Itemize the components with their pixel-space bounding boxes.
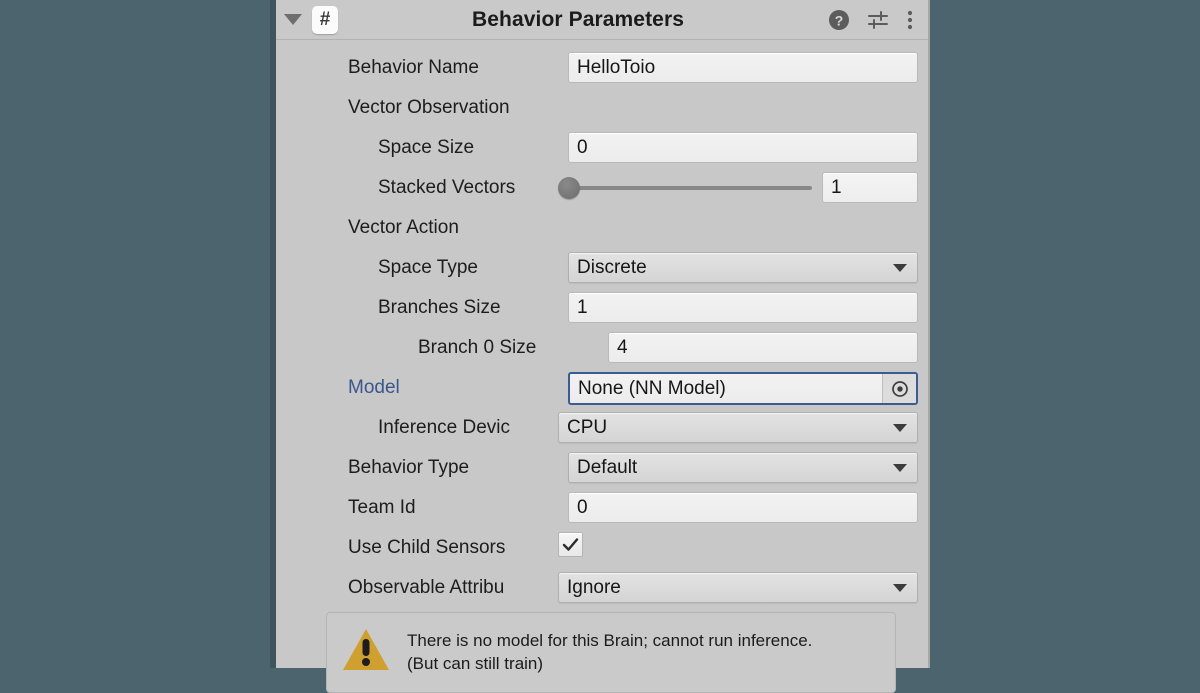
row-vector-observation: Vector Observation: [286, 92, 918, 123]
model-label[interactable]: Model: [286, 378, 568, 397]
row-branch-0-size: Branch 0 Size 4: [286, 332, 918, 363]
model-value: None (NN Model): [578, 377, 726, 399]
behavior-name-input[interactable]: HelloToio: [568, 52, 918, 83]
slider-handle[interactable]: [558, 176, 580, 199]
foldout-arrow-icon[interactable]: [284, 14, 302, 25]
row-behavior-name: Behavior Name HelloToio: [286, 52, 918, 83]
team-id-label: Team Id: [348, 498, 416, 517]
space-type-dropdown[interactable]: Discrete: [568, 252, 918, 283]
row-model: Model None (NN Model): [286, 372, 918, 405]
branches-size-control: 1: [568, 292, 918, 323]
row-behavior-type: Behavior Type Default: [286, 452, 918, 483]
branches-size-input[interactable]: 1: [568, 292, 918, 323]
row-observable-attributes: Observable Attribu Ignore: [286, 572, 918, 603]
space-size-input[interactable]: 0: [568, 132, 918, 163]
row-space-type: Space Type Discrete: [286, 252, 918, 283]
behavior-name-label: Behavior Name: [348, 58, 479, 77]
chevron-down-icon: [893, 463, 907, 472]
row-vector-action: Vector Action: [286, 212, 918, 243]
warning-line-1: There is no model for this Brain; cannot…: [407, 631, 813, 650]
use-child-sensors-control: [558, 532, 918, 563]
behavior-type-label: Behavior Type: [348, 458, 470, 477]
behavior-type-value: Default: [577, 456, 638, 478]
space-type-value: Discrete: [577, 256, 647, 278]
behavior-type-dropdown[interactable]: Default: [568, 452, 918, 483]
check-icon: [562, 538, 579, 551]
inspector-panel: # Behavior Parameters ? Behavior Name He…: [270, 0, 930, 693]
header-icon-group: ?: [828, 9, 914, 31]
inference-device-control: CPU: [558, 412, 918, 443]
stacked-vectors-control: 1: [558, 172, 918, 203]
branches-size-label: Branches Size: [378, 298, 501, 317]
vector-action-label: Vector Action: [348, 218, 459, 237]
chevron-down-icon: [893, 423, 907, 432]
component-header: # Behavior Parameters ?: [276, 0, 928, 40]
row-team-id: Team Id 0: [286, 492, 918, 523]
svg-text:?: ?: [835, 12, 844, 28]
warning-triangle-icon: [341, 627, 391, 678]
observable-attributes-dropdown[interactable]: Ignore: [558, 572, 918, 603]
fields-container: Behavior Name HelloToio Vector Observati…: [276, 40, 928, 693]
slider-track: [572, 185, 812, 190]
row-inference-device: Inference Devic CPU: [286, 412, 918, 443]
warning-line-2: (But can still train): [407, 654, 544, 674]
preset-sliders-icon[interactable]: [866, 9, 890, 31]
observable-attributes-label: Observable Attribu: [348, 578, 505, 597]
branch-0-size-label: Branch 0 Size: [418, 338, 537, 357]
chevron-down-icon: [893, 263, 907, 272]
stacked-vectors-label: Stacked Vectors: [378, 178, 516, 197]
space-type-label: Space Type: [378, 258, 479, 277]
help-icon[interactable]: ?: [828, 9, 850, 31]
inference-device-dropdown[interactable]: CPU: [558, 412, 918, 443]
observable-attributes-control: Ignore: [558, 572, 918, 603]
space-size-label: Space Size: [378, 138, 475, 157]
branch-0-size-input[interactable]: 4: [608, 332, 918, 363]
model-control: None (NN Model): [568, 372, 918, 405]
inference-device-label: Inference Devic: [378, 418, 511, 437]
row-use-child-sensors: Use Child Sensors: [286, 532, 918, 563]
more-menu-icon[interactable]: [906, 9, 914, 31]
stacked-vectors-slider[interactable]: [558, 172, 812, 203]
chevron-down-icon: [893, 583, 907, 592]
space-type-control: Discrete: [568, 252, 918, 283]
space-size-control: 0: [568, 132, 918, 163]
use-child-sensors-checkbox[interactable]: [558, 532, 583, 557]
warning-help-box: There is no model for this Brain; cannot…: [326, 612, 896, 693]
row-space-size: Space Size 0: [286, 132, 918, 163]
inference-device-value: CPU: [567, 416, 608, 438]
behavior-name-control: HelloToio: [568, 52, 918, 83]
branch-0-size-control: 4: [608, 332, 918, 363]
warning-message: There is no model for this Brain; cannot…: [407, 627, 812, 676]
row-stacked-vectors: Stacked Vectors 1: [286, 172, 918, 203]
model-object-field[interactable]: None (NN Model): [568, 372, 918, 405]
observable-attributes-value: Ignore: [567, 576, 621, 598]
behavior-type-control: Default: [568, 452, 918, 483]
team-id-input[interactable]: 0: [568, 492, 918, 523]
vector-observation-label: Vector Observation: [348, 98, 510, 117]
team-id-control: 0: [568, 492, 918, 523]
component-title: Behavior Parameters: [471, 7, 684, 31]
row-branches-size: Branches Size 1: [286, 292, 918, 323]
use-child-sensors-label: Use Child Sensors: [348, 538, 506, 557]
stacked-vectors-input[interactable]: 1: [822, 172, 918, 203]
object-picker-icon[interactable]: [882, 374, 916, 403]
